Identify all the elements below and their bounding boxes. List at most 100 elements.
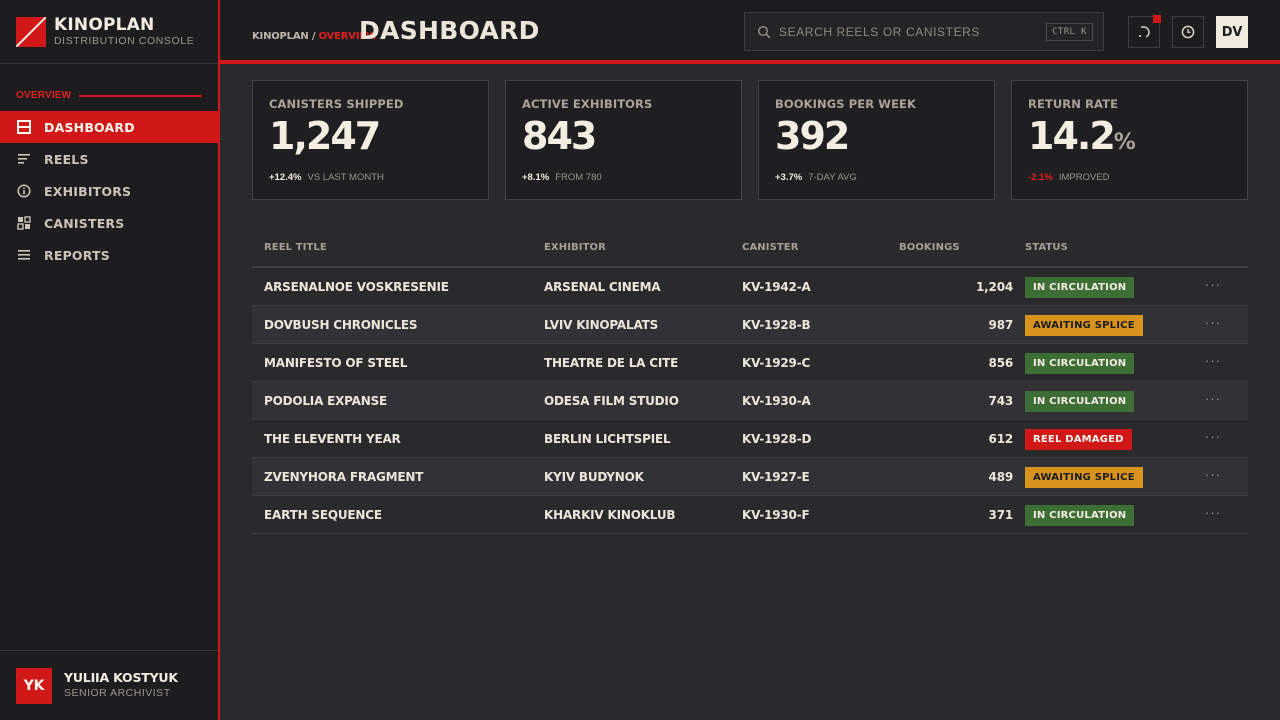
cell-canister: KV-1928-D xyxy=(742,432,812,446)
cell-canister: KV-1927-E xyxy=(742,470,810,484)
cell-canister: KV-1930-F xyxy=(742,508,810,522)
sidebar-nav: DASHBOARD REELS EXHIBITORS CANISTERS REP… xyxy=(0,111,218,271)
stat-value: 14.2% xyxy=(1028,114,1231,165)
stat-footer: -2.1% IMPROVED xyxy=(1028,172,1231,183)
stat-label: BOOKINGS PER WEEK xyxy=(775,97,917,111)
sidebar-item-label: REELS xyxy=(44,151,89,167)
search-input[interactable]: SEARCH REELS OR CANISTERS CTRL K xyxy=(744,12,1104,51)
table-row[interactable]: PODOLIA EXPANSE ODESA FILM STUDIO KV-1930-… xyxy=(252,382,1248,420)
stat-number: 843 xyxy=(522,114,597,158)
history-button[interactable] xyxy=(1172,16,1204,48)
stat-number: 14.2 xyxy=(1028,114,1116,158)
dashboard-icon xyxy=(17,120,31,134)
loading-spinner-icon xyxy=(1137,25,1151,39)
status-badge: IN CIRCULATION xyxy=(1025,505,1135,526)
stat-card-return-rate: RETURN RATE 14.2% -2.1% IMPROVED xyxy=(1011,80,1248,200)
user-profile[interactable]: YK YULIIA KOSTYUK SENIOR ARCHIVIST xyxy=(0,650,218,720)
brand: KINOPLAN DISTRIBUTION CONSOLE xyxy=(0,0,218,64)
stat-card-canisters-shipped: CANISTERS SHIPPED 1,247 +12.4% VS LAST MO… xyxy=(252,80,489,200)
column-header-canister[interactable]: CANISTER xyxy=(742,242,799,253)
stat-note: FROM 780 xyxy=(555,172,602,183)
avatar: YK xyxy=(16,667,52,704)
sidebar-section-overview: OVERVIEW xyxy=(16,90,202,101)
breadcrumb-separator: / xyxy=(311,31,316,42)
stat-number: 392 xyxy=(775,114,850,158)
sidebar-item-canisters[interactable]: CANISTERS xyxy=(0,207,218,239)
stat-unit: % xyxy=(1113,130,1136,155)
cell-reel-title: THE ELEVENTH YEAR xyxy=(264,432,401,446)
stat-delta: +3.7% xyxy=(775,172,803,183)
cell-canister: KV-1929-C xyxy=(742,356,811,370)
column-header-reel-title[interactable]: REEL TITLE xyxy=(264,242,327,253)
stat-footer: +12.4% VS LAST MONTH xyxy=(269,172,472,183)
notification-dot xyxy=(1153,15,1161,23)
stat-note: 7-DAY AVG xyxy=(808,172,857,183)
cell-exhibitor: LVIV KINOPALATS xyxy=(544,318,659,332)
sidebar: KINOPLAN DISTRIBUTION CONSOLE OVERVIEW D… xyxy=(0,0,220,720)
clock-icon xyxy=(1181,25,1195,39)
sidebar-item-reports[interactable]: REPORTS xyxy=(0,239,218,271)
table-row[interactable]: MANIFESTO OF STEEL THEATRE DE LA CITE KV-1… xyxy=(252,344,1248,382)
status-badge: IN CIRCULATION xyxy=(1025,353,1135,374)
table-row[interactable]: ZVENYHORA FRAGMENT KYIV BUDYNOK KV-1927-E 4… xyxy=(252,458,1248,496)
breadcrumb-root[interactable]: KINOPLAN xyxy=(252,31,309,42)
cell-exhibitor: ODESA FILM STUDIO xyxy=(544,394,679,408)
column-header-exhibitor[interactable]: EXHIBITOR xyxy=(544,242,606,253)
status-badge: IN CIRCULATION xyxy=(1025,391,1135,412)
table-row[interactable]: EARTH SEQUENCE KHARKIV KINOKLUB KV-1930-F 3… xyxy=(252,496,1248,534)
search-icon xyxy=(757,25,771,39)
row-more-icon[interactable]: ··· xyxy=(1205,429,1221,444)
cell-canister: KV-1928-B xyxy=(742,318,811,332)
stat-footer: +8.1% FROM 780 xyxy=(522,172,725,183)
menu-icon xyxy=(17,248,31,262)
row-more-icon[interactable]: ··· xyxy=(1205,391,1221,406)
table-row[interactable]: DOVBUSH CHRONICLES LVIV KINOPALATS KV-1928… xyxy=(252,306,1248,344)
stat-note: IMPROVED xyxy=(1058,172,1110,183)
stat-note: VS LAST MONTH xyxy=(307,172,384,183)
stat-card-active-exhibitors: ACTIVE EXHIBITORS 843 +8.1% FROM 780 xyxy=(505,80,742,200)
grid-icon xyxy=(17,216,31,230)
cell-reel-title: EARTH SEQUENCE xyxy=(264,508,382,522)
row-more-icon[interactable]: ··· xyxy=(1205,315,1221,330)
cell-bookings: 489 xyxy=(988,470,1014,484)
user-role: SENIOR ARCHIVIST xyxy=(64,687,171,699)
cell-bookings: 612 xyxy=(988,432,1014,446)
sidebar-item-exhibitors[interactable]: EXHIBITORS xyxy=(0,175,218,207)
section-label: OVERVIEW xyxy=(16,90,72,101)
sidebar-item-label: CANISTERS xyxy=(44,215,125,231)
sidebar-item-dashboard[interactable]: DASHBOARD xyxy=(0,111,218,143)
top-bar: KINOPLAN / OVERVIEW DASHBOARD SEARCH REE… xyxy=(220,0,1280,64)
table-header: REEL TITLE EXHIBITOR CANISTER BOOKINGS S… xyxy=(252,230,1248,268)
cell-reel-title: ARSENALNOE VOSKRESENIE xyxy=(264,280,449,294)
brand-subtitle: DISTRIBUTION CONSOLE xyxy=(54,34,195,47)
status-badge: REEL DAMAGED xyxy=(1025,429,1132,450)
column-header-status[interactable]: STATUS xyxy=(1025,242,1068,253)
row-more-icon[interactable]: ··· xyxy=(1205,277,1221,292)
cell-reel-title: PODOLIA EXPANSE xyxy=(264,394,388,408)
status-badge: AWAITING SPLICE xyxy=(1025,315,1143,336)
cell-bookings: 743 xyxy=(988,394,1014,408)
stat-value: 392 xyxy=(775,114,978,165)
stat-footer: +3.7% 7-DAY AVG xyxy=(775,172,978,183)
sidebar-item-label: EXHIBITORS xyxy=(44,183,132,199)
section-divider xyxy=(79,94,202,97)
row-more-icon[interactable]: ··· xyxy=(1205,353,1221,368)
cell-bookings: 1,204 xyxy=(976,280,1013,294)
sidebar-item-reels[interactable]: REELS xyxy=(0,143,218,175)
stat-value: 843 xyxy=(522,114,725,165)
cell-bookings: 371 xyxy=(988,508,1014,522)
cell-exhibitor: KYIV BUDYNOK xyxy=(544,470,644,484)
user-name: YULIIA KOSTYUK xyxy=(64,670,178,685)
row-more-icon[interactable]: ··· xyxy=(1205,467,1221,482)
stat-card-bookings-per-week: BOOKINGS PER WEEK 392 +3.7% 7-DAY AVG xyxy=(758,80,995,200)
cell-exhibitor: BERLIN LICHTSPIEL xyxy=(544,432,671,446)
activity-button[interactable] xyxy=(1128,15,1161,48)
table-row[interactable]: ARSENALNOE VOSKRESENIE ARSENAL CINEMA KV-1… xyxy=(252,268,1248,306)
stat-label: RETURN RATE xyxy=(1028,97,1119,111)
table-row[interactable]: THE ELEVENTH YEAR BERLIN LICHTSPIEL KV-192… xyxy=(252,420,1248,458)
row-more-icon[interactable]: ··· xyxy=(1205,505,1221,520)
cell-bookings: 856 xyxy=(988,356,1014,370)
cell-exhibitor: KHARKIV KINOKLUB xyxy=(544,508,676,522)
column-header-bookings[interactable]: BOOKINGS xyxy=(899,242,960,253)
user-avatar-button[interactable]: DV xyxy=(1216,16,1248,48)
